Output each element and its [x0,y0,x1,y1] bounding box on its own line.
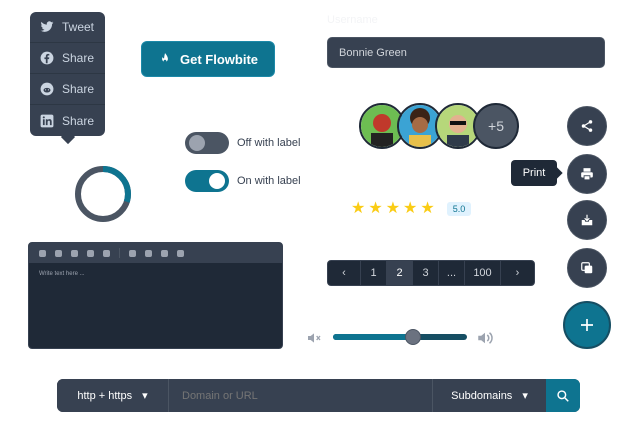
share-menu: Tweet Share Share Share [30,12,105,136]
username-label: Username [327,14,378,26]
chevron-left-icon: ‹ [342,267,346,279]
subdomains-dropdown[interactable]: Subdomains ▾ [432,379,546,412]
pagination-page[interactable]: 1 [361,261,387,285]
toggle-on[interactable] [185,170,229,192]
share-item-twitter[interactable]: Tweet [30,12,105,43]
pagination-prev[interactable]: ‹ [328,261,361,285]
share-item-label: Share [62,51,95,65]
code-icon[interactable] [87,249,94,257]
avatar-group: +5 [359,103,519,149]
toggle-on-label: On with label [237,175,301,187]
chevron-right-icon: › [515,267,520,279]
settings-icon[interactable] [145,249,152,257]
chevron-down-icon: ▾ [142,390,148,402]
share-item-label: Share [62,82,95,96]
url-input[interactable] [169,379,432,412]
text-editor: Write text here ... [28,242,283,349]
share-item-label: Tweet [62,20,95,34]
speed-dial-share-button[interactable] [567,106,607,146]
toggle-on-row: On with label [185,170,301,192]
twitter-icon [40,21,54,32]
star-icon[interactable]: ★ [368,201,382,217]
toggle-knob [209,173,225,189]
volume-slider-thumb[interactable] [405,329,422,345]
pagination-ellipsis: ... [439,261,465,285]
share-item-label: Share [62,113,95,128]
toggle-off-label: Off with label [237,137,301,149]
volume-slider-track[interactable] [333,334,467,340]
toggle-off[interactable] [185,132,229,154]
subdomains-label: Subdomains [451,389,513,402]
get-flowbite-label: Get Flowbite [180,51,258,67]
toggle-knob [189,135,205,151]
protocol-label: http + https [77,389,133,402]
download-icon[interactable] [177,249,184,257]
search-button[interactable] [546,379,580,412]
username-input[interactable]: Bonnie Green [327,37,605,68]
search-icon [557,389,569,402]
printer-icon [581,168,593,181]
pagination-page-active[interactable]: 2 [387,261,413,285]
image-icon[interactable] [71,249,78,257]
avatar-more-count[interactable]: +5 [473,103,519,149]
emoji-icon[interactable] [103,249,110,257]
star-icon[interactable]: ★ [420,201,434,217]
speed-dial-copy-button[interactable] [567,248,607,288]
rating-value-badge: 5.0 [446,202,472,216]
download-icon [581,214,593,226]
flame-icon [162,53,168,63]
facebook-icon [40,51,54,65]
star-icon[interactable]: ★ [403,201,417,217]
pagination-page[interactable]: 100 [465,261,501,285]
location-icon[interactable] [55,249,62,257]
speed-dial-print-button[interactable] [567,154,607,194]
get-flowbite-button[interactable]: Get Flowbite [141,41,275,77]
share-item-facebook[interactable]: Share [30,43,105,74]
protocol-dropdown[interactable]: http + https ▾ [57,379,169,412]
speed-dial-tooltip: Print [511,160,557,186]
linkedin-icon [40,114,54,127]
list-icon[interactable] [129,249,136,257]
toggle-off-row: Off with label [185,132,300,154]
share-item-linkedin[interactable]: Share [30,105,105,136]
url-search-bar: http + https ▾ Subdomains ▾ [57,379,580,412]
share-item-reddit[interactable]: Share [30,74,105,105]
reddit-icon [40,82,54,96]
pagination-page[interactable]: 3 [413,261,439,285]
speed-dial-toggle-button[interactable] [563,301,611,349]
calendar-icon[interactable] [161,249,168,257]
volume-slider-fill [333,334,414,340]
share-icon [581,120,593,132]
rating: ★ ★ ★ ★ ★ 5.0 [351,201,472,217]
star-icon[interactable]: ★ [351,201,365,217]
toolbar-divider [119,248,120,258]
pagination-next[interactable]: › [501,261,534,285]
plus-icon [581,319,593,331]
speed-dial-download-button[interactable] [567,200,607,240]
attach-icon[interactable] [39,249,46,257]
star-icon[interactable]: ★ [386,201,400,217]
copy-icon [581,262,593,274]
progress-ring [75,166,131,222]
editor-toolbar [29,243,282,263]
pagination: ‹ 1 2 3 ... 100 › [327,260,535,286]
volume-mute-icon[interactable] [306,330,322,346]
chevron-down-icon: ▾ [522,390,528,402]
volume-up-icon[interactable] [476,329,494,347]
editor-textarea[interactable]: Write text here ... [29,263,282,285]
